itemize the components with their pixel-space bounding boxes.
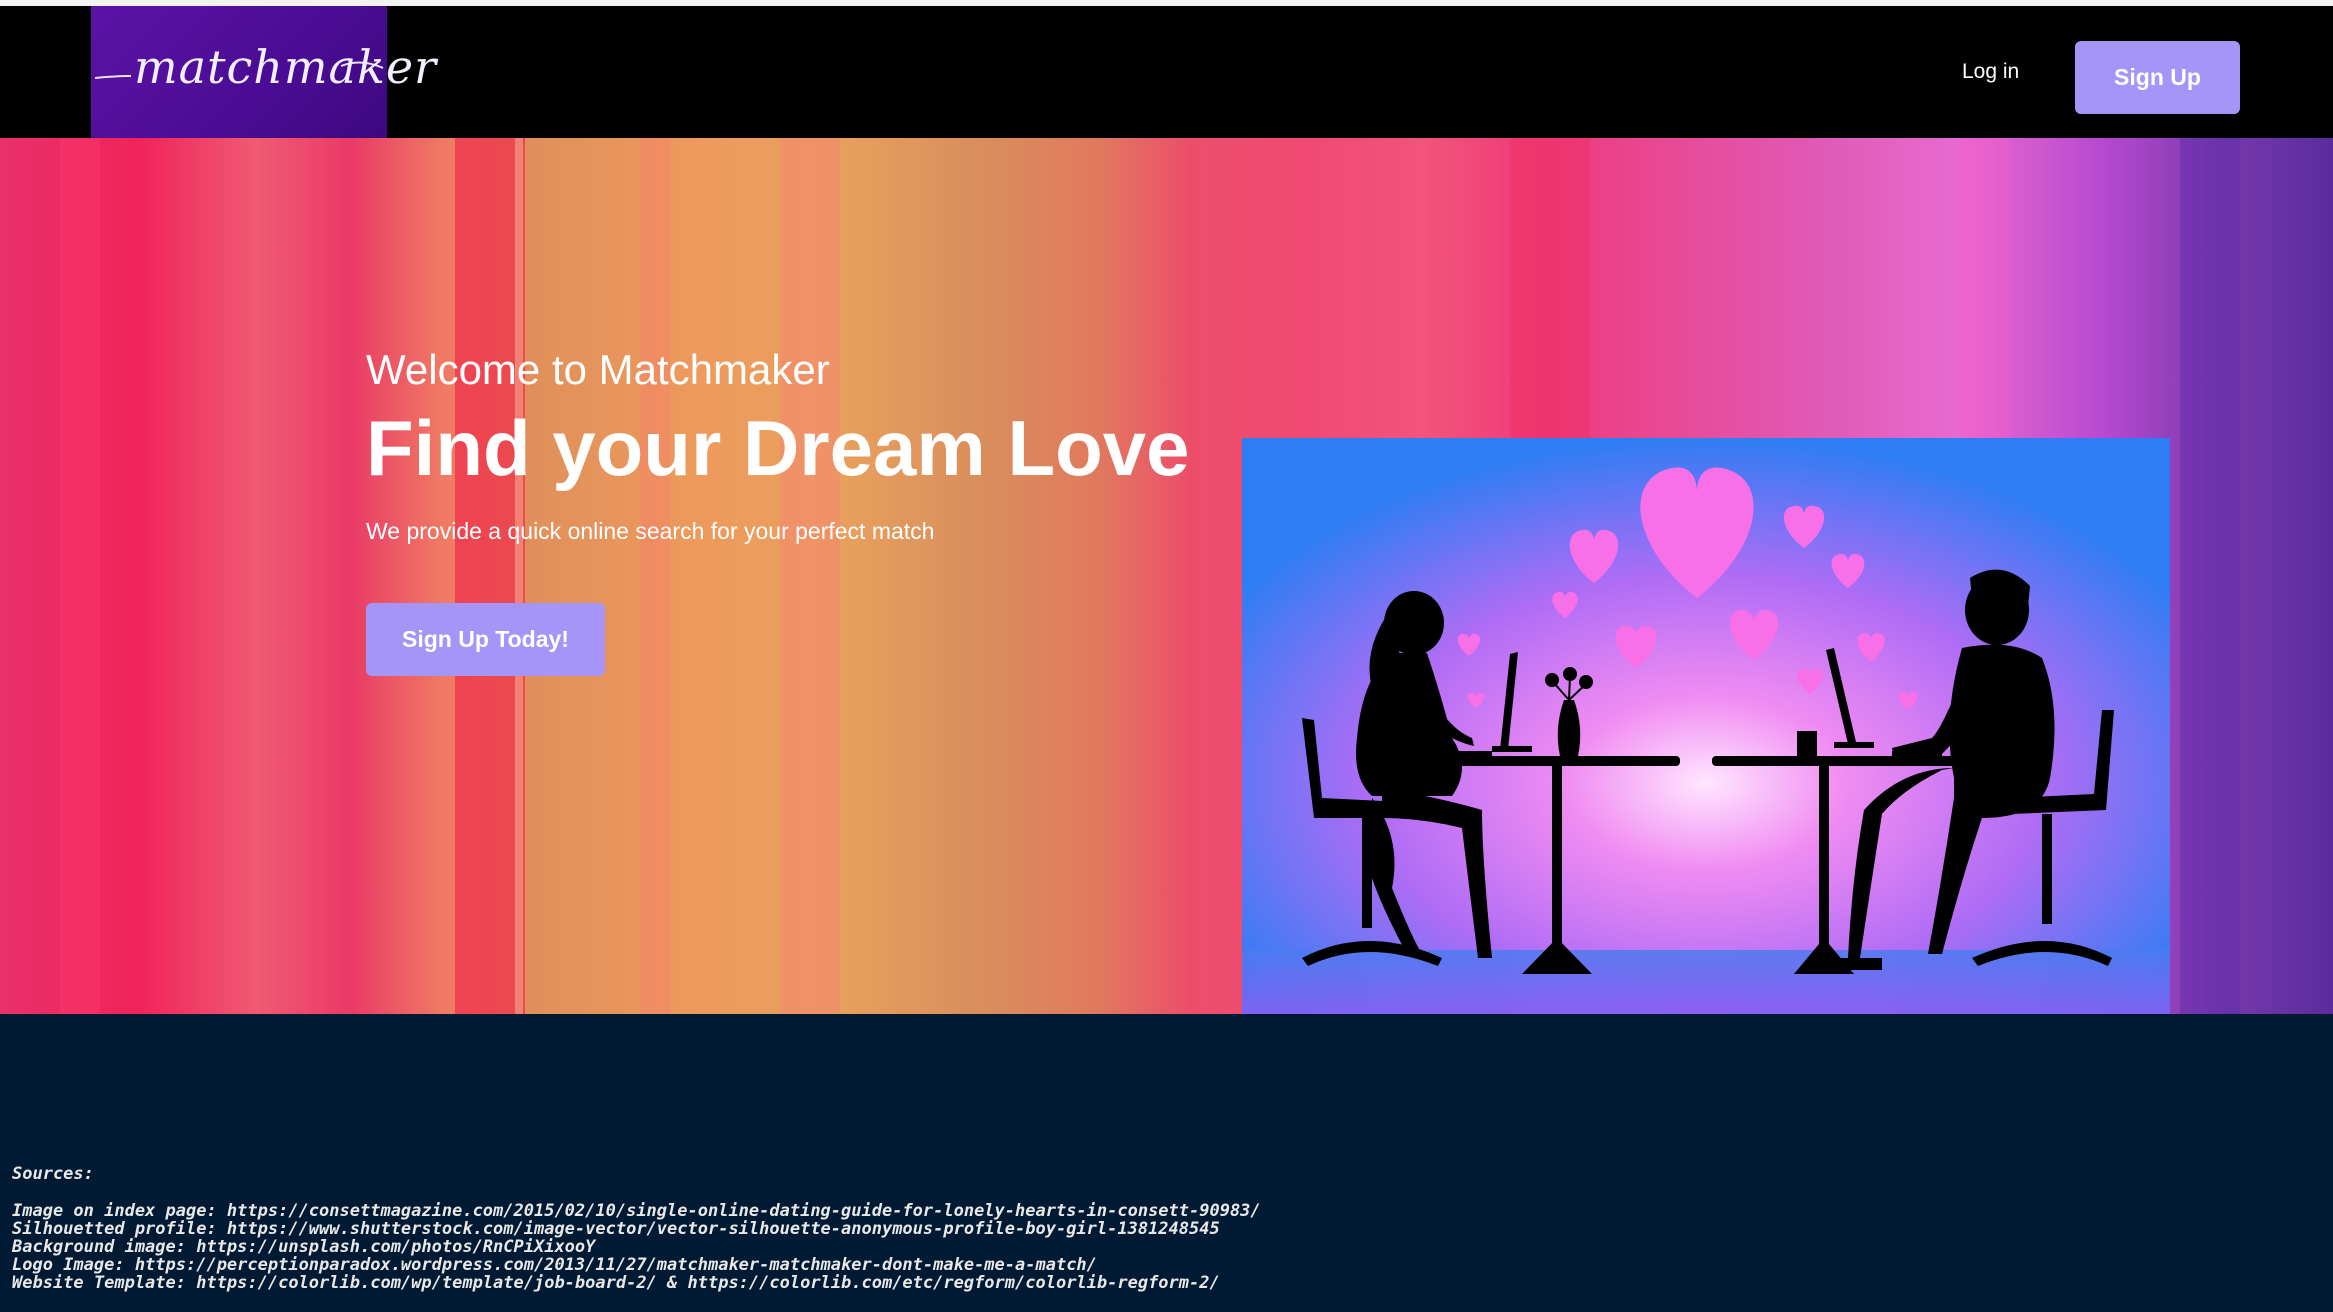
signup-today-button[interactable]: Sign Up Today! (366, 603, 605, 676)
hero-streak (640, 138, 670, 1014)
welcome-text: Welcome to Matchmaker (366, 346, 830, 393)
sources-block: Sources: Image on index page: https://co… (12, 1164, 1261, 1292)
couple-online-dating-illustration (1242, 438, 2170, 1014)
logo-text: matchmaker (134, 40, 438, 94)
hero-section: Welcome to Matchmaker Find your Dream Lo… (0, 138, 2333, 1014)
hero-streak (2180, 138, 2240, 1014)
sources-title: Sources: (12, 1164, 94, 1184)
hero-headline: Find your Dream Love (366, 404, 1190, 492)
signup-button[interactable]: Sign Up (2075, 41, 2240, 114)
hero-streak (780, 138, 840, 1014)
source-line-profile: Silhouetted profile: https://www.shutter… (12, 1219, 1220, 1239)
hero-streak (515, 138, 523, 1014)
source-line-image: Image on index page: https://consettmaga… (12, 1201, 1261, 1221)
footer: Sources: Image on index page: https://co… (0, 1014, 2333, 1312)
navbar: matchmaker Log in Sign Up (0, 6, 2333, 138)
hero-tagline: We provide a quick online search for you… (366, 518, 935, 544)
logo[interactable]: matchmaker (91, 6, 436, 138)
source-line-background: Background image: https://unsplash.com/p… (12, 1237, 596, 1257)
login-link[interactable]: Log in (1962, 60, 2019, 84)
source-line-logo: Logo Image: https://perceptionparadox.wo… (12, 1255, 1097, 1275)
hero-streak (60, 138, 100, 1014)
source-line-template: Website Template: https://colorlib.com/w… (12, 1273, 1220, 1293)
